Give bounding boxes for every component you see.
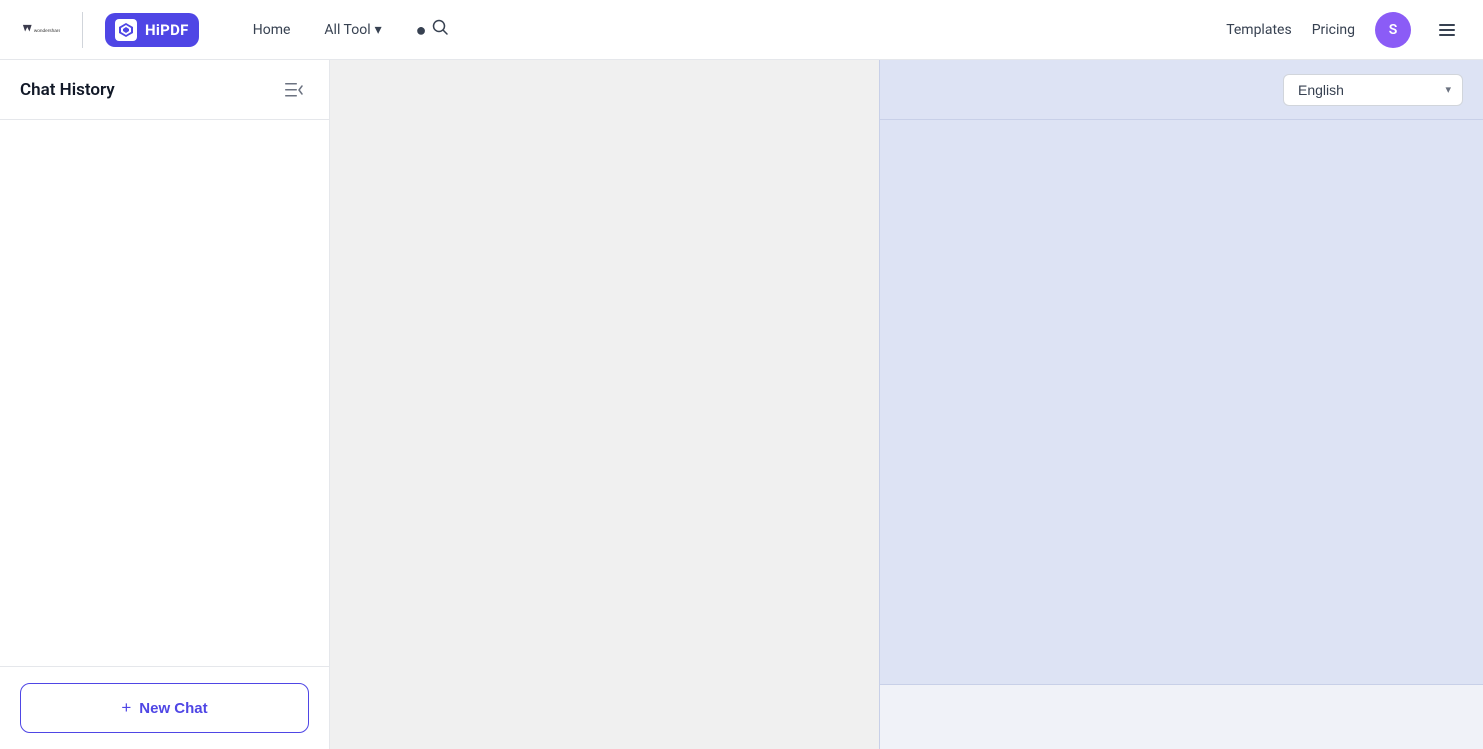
hipdf-logo-icon (115, 19, 137, 41)
brand-area: wondershare HiPDF (20, 12, 199, 48)
nav-all-tool[interactable]: All Tool ▾ (310, 16, 395, 44)
right-panel-footer (880, 684, 1483, 749)
top-navbar: wondershare HiPDF Home All Tool ▾ ● (0, 0, 1483, 60)
nav-links: Home All Tool ▾ ● (239, 12, 455, 47)
right-chat-panel: English Chinese French German Spanish Ja… (879, 60, 1483, 749)
nav-home[interactable]: Home (239, 16, 305, 44)
new-chat-button[interactable]: + New Chat (20, 683, 309, 733)
wondershare-logo-svg: wondershare (20, 15, 60, 45)
user-avatar[interactable]: S (1375, 12, 1411, 48)
wondershare-logo[interactable]: wondershare (20, 15, 60, 45)
collapse-icon-svg (285, 82, 305, 98)
sidebar-body (0, 120, 329, 666)
sidebar-title: Chat History (20, 80, 115, 100)
hipdf-label: HiPDF (145, 21, 189, 39)
hipdf-logo[interactable]: HiPDF (105, 13, 199, 47)
all-tool-label: All Tool (324, 22, 370, 38)
right-panel-body (880, 120, 1483, 684)
language-select[interactable]: English Chinese French German Spanish Ja… (1283, 74, 1463, 106)
search-svg-icon (431, 18, 449, 36)
search-icon[interactable]: ● (410, 12, 455, 47)
all-tool-arrow-icon: ▾ (375, 22, 382, 38)
left-sidebar: Chat History + New Chat (0, 60, 330, 749)
svg-text:wondershare: wondershare (34, 28, 60, 34)
main-content: Chat History + New Chat (0, 60, 1483, 749)
hipdf-icon-svg (118, 22, 134, 38)
hamburger-icon-svg (1437, 20, 1457, 40)
navbar-right: Templates Pricing S (1226, 12, 1463, 48)
sidebar-header: Chat History (0, 60, 329, 120)
nav-pricing[interactable]: Pricing (1312, 22, 1355, 38)
new-chat-label: New Chat (139, 700, 207, 717)
nav-templates[interactable]: Templates (1226, 22, 1292, 38)
menu-icon[interactable] (1431, 14, 1463, 46)
plus-icon: + (121, 698, 131, 718)
language-selector-wrapper: English Chinese French German Spanish Ja… (1283, 74, 1463, 106)
pdf-viewer-area (330, 60, 879, 749)
sidebar-footer: + New Chat (0, 666, 329, 749)
right-panel-header: English Chinese French German Spanish Ja… (880, 60, 1483, 120)
collapse-sidebar-button[interactable] (281, 76, 309, 104)
brand-divider (82, 12, 83, 48)
